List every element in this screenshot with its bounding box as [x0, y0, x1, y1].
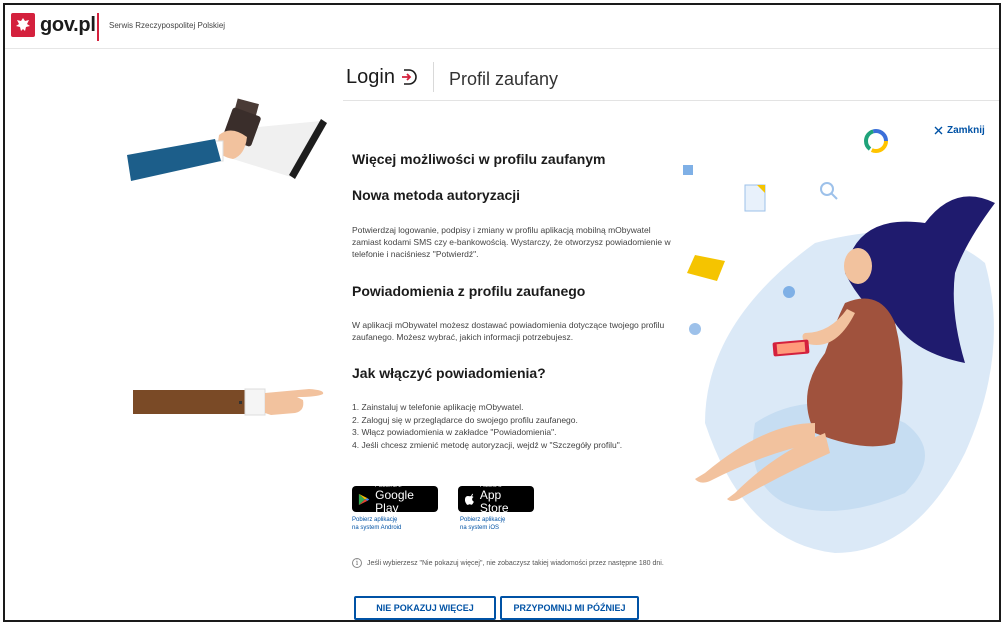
google-badge-big: Google Play [375, 488, 414, 515]
info-note: i Jeśli wybierzesz "Nie pokazuj więcej",… [352, 558, 664, 568]
apple-caption-line1: Pobierz aplikację [460, 517, 506, 523]
hand-holding-phone-illustration [127, 98, 327, 181]
apple-caption-line2: na system iOS [460, 525, 500, 531]
header-divider [433, 62, 434, 92]
service-name: Serwis Rzeczypospolitej Polskiej [109, 21, 226, 30]
google-caption-line1: Pobierz aplikację [352, 517, 398, 523]
apple-badge-big: App Store [479, 488, 509, 515]
step-item: 3. Włącz powiadomienia w zakładce "Powia… [352, 427, 557, 437]
google-caption-line2: na system Android [352, 525, 402, 531]
login-header: Login Profil zaufany [343, 49, 999, 101]
info-text: Jeśli wybierzesz "Nie pokazuj więcej", n… [367, 559, 664, 567]
section1-heading: Nowa metoda autoryzacji [352, 187, 521, 203]
dont-show-again-button[interactable]: NIE POKAZUJ WIĘCEJ [354, 596, 496, 620]
info-icon: i [352, 558, 362, 568]
login-label: Login [346, 66, 395, 88]
main-heading: Więcej możliwości w profilu zaufanym [352, 151, 606, 167]
pointing-hand-illustration [133, 388, 324, 416]
google-caption[interactable]: Pobierz aplikację na system Android [352, 516, 422, 532]
google-play-icon [358, 493, 370, 505]
remind-later-button[interactable]: PRZYPOMNIJ MI PÓŹNIEJ [500, 596, 639, 620]
section1-text: Potwierdzaj logowanie, podpisy i zmiany … [352, 225, 671, 259]
section3-heading: Jak włączyć powiadomienia? [352, 365, 546, 381]
steps-list: 1. Zainstaluj w telefonie aplikację mOby… [352, 401, 622, 451]
apple-caption[interactable]: Pobierz aplikację na system iOS [460, 516, 530, 532]
eagle-emblem-icon[interactable] [11, 13, 35, 37]
gov-topbar: gov.pl Serwis Rzeczypospolitej Polskiej [5, 5, 999, 49]
page-title: Profil zaufany [449, 69, 559, 89]
section2-text: W aplikacji mObywatel możesz dostawać po… [352, 320, 665, 342]
section2-heading: Powiadomienia z profilu zaufanego [352, 283, 586, 299]
step-item: 2. Zaloguj się w przeglądarce do swojego… [352, 414, 578, 425]
woman-with-phone-illustration [683, 129, 995, 553]
step-item: 1. Zainstaluj w telefonie aplikację mOby… [352, 402, 524, 412]
logo-divider [97, 13, 99, 41]
login-arrow-icon [402, 69, 417, 85]
gov-logo-text[interactable]: gov.pl [40, 14, 96, 37]
apple-icon [464, 493, 474, 505]
step-item: 4. Jeśli chcesz zmienić metodę autoryzac… [352, 439, 623, 450]
browser-frame: gov.pl Serwis Rzeczypospolitej Polskiej … [3, 3, 1001, 622]
app-store-badge[interactable]: Pobierz w App Store [458, 483, 534, 515]
google-play-badge[interactable]: POBIERZ Z Google Play [352, 483, 438, 515]
